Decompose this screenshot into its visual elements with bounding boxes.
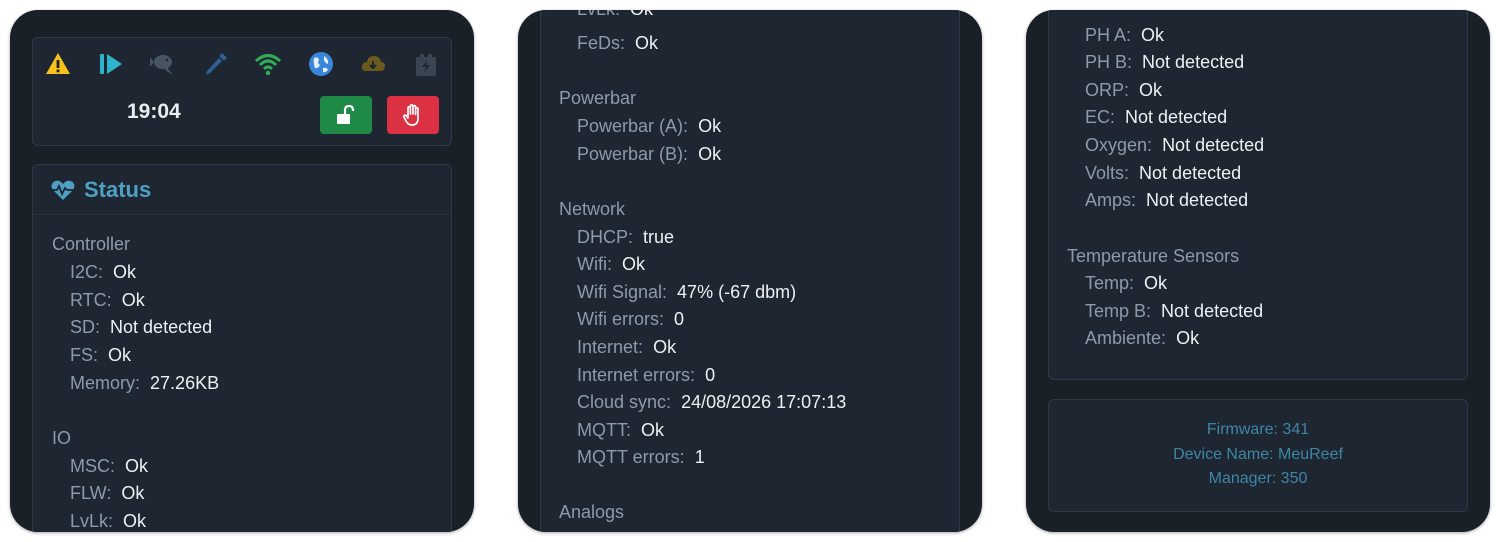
section-title-temperature-sensors: Temperature Sensors xyxy=(1067,246,1240,266)
play-pause-icon[interactable] xyxy=(96,49,126,79)
dosing-pipette-icon[interactable] xyxy=(201,49,231,79)
wifi-icon[interactable] xyxy=(253,49,283,79)
status-row-sd: SD: Not detected xyxy=(70,317,213,337)
status-row-powerbar-b: Powerbar (B): Ok xyxy=(577,144,722,164)
status-row-feds: FeDs: Ok xyxy=(577,33,659,53)
status-row-mqtt: MQTT: Ok xyxy=(577,420,665,440)
unlock-icon xyxy=(337,104,355,124)
status-row-flw: FLW: Ok xyxy=(70,483,145,503)
status-card: Status Controller I2C: Ok RTC: Ok SD: No… xyxy=(32,164,452,532)
status-title: Status xyxy=(84,176,152,202)
status-row-internet-errors: Internet errors: 0 xyxy=(577,365,716,385)
device-info-card: Firmware: 341 Device Name: MeuReef Manag… xyxy=(1048,399,1468,512)
device-name: Device Name: MeuReef xyxy=(1173,446,1343,463)
screen-status-bottom: PH A: Ok PH B: Not detected ORP: Ok EC: … xyxy=(1026,10,1490,532)
heartbeat-icon xyxy=(51,180,75,200)
status-row-ph-b: PH B: Not detected xyxy=(1085,52,1245,72)
status-header: Status xyxy=(33,165,451,215)
status-row-cloud-sync: Cloud sync: 24/08/2026 17:07:13 xyxy=(577,392,847,412)
section-title-analogs: Analogs xyxy=(559,502,625,522)
status-row-ph-a: PH A: Ok xyxy=(1085,25,1165,45)
cloud-download-icon[interactable] xyxy=(358,49,388,79)
globe-icon[interactable] xyxy=(306,49,336,79)
status-row-wifi-errors: Wifi errors: 0 xyxy=(577,309,685,329)
section-title-controller: Controller xyxy=(52,234,131,254)
unlock-button[interactable] xyxy=(320,96,372,134)
status-row-rtc: RTC: Ok xyxy=(70,290,145,310)
fish-icon[interactable] xyxy=(148,49,178,79)
status-row-mqtt-errors: MQTT errors: 1 xyxy=(577,447,705,467)
quick-icons-row xyxy=(43,48,441,80)
status-row-powerbar-a: Powerbar (A): Ok xyxy=(577,116,722,136)
screen-status-middle: LvLk: Ok FeDs: Ok Powerbar Powerbar (A):… xyxy=(518,10,982,532)
status-row-volts: Volts: Not detected xyxy=(1085,163,1242,183)
status-row-fs: FS: Ok xyxy=(70,345,132,365)
status-row-amps: Amps: Not detected xyxy=(1085,190,1249,210)
top-toolbar: 19:04 xyxy=(32,37,452,146)
status-row-ambiente: Ambiente: Ok xyxy=(1085,328,1200,348)
status-row-msc: MSC: Ok xyxy=(70,456,149,476)
status-row-lvlk: LvLk: Ok xyxy=(577,10,653,20)
status-row-wifi-signal: Wifi Signal: 47% (-67 dbm) xyxy=(577,282,797,302)
status-row-temp-b: Temp B: Not detected xyxy=(1085,301,1264,321)
section-title-network: Network xyxy=(559,199,626,219)
screen-status-top: 19:04 Status Controller I2C: Ok RTC: Ok … xyxy=(10,10,474,532)
clock-time: 19:04 xyxy=(127,100,181,123)
status-row-temp: Temp: Ok xyxy=(1085,273,1168,293)
firmware-version: Firmware: 341 xyxy=(1206,421,1310,438)
status-card-continued: LvLk: Ok FeDs: Ok Powerbar Powerbar (A):… xyxy=(540,10,960,532)
stop-button[interactable] xyxy=(387,96,439,134)
status-row-i2c: I2C: Ok xyxy=(70,262,137,282)
status-row-oxygen: Oxygen: Not detected xyxy=(1085,135,1265,155)
status-row-ec: EC: Not detected xyxy=(1085,107,1228,127)
section-title-powerbar: Powerbar xyxy=(559,88,637,108)
status-row-internet: Internet: Ok xyxy=(577,337,677,357)
status-row-wifi: Wifi: Ok xyxy=(577,254,646,274)
status-row-memory: Memory: 27.26KB xyxy=(70,373,220,393)
manager-version: Manager: 350 xyxy=(1208,470,1308,487)
hand-stop-icon xyxy=(403,104,419,126)
status-row-dhcp: DHCP: true xyxy=(577,227,675,247)
status-row-orp: ORP: Ok xyxy=(1085,80,1163,100)
battery-charge-icon[interactable] xyxy=(411,49,441,79)
warning-icon[interactable] xyxy=(43,49,73,79)
status-card-end: PH A: Ok PH B: Not detected ORP: Ok EC: … xyxy=(1048,10,1468,380)
section-title-io: IO xyxy=(52,428,72,448)
status-row-lvlk: LvLk: Ok xyxy=(70,511,147,531)
